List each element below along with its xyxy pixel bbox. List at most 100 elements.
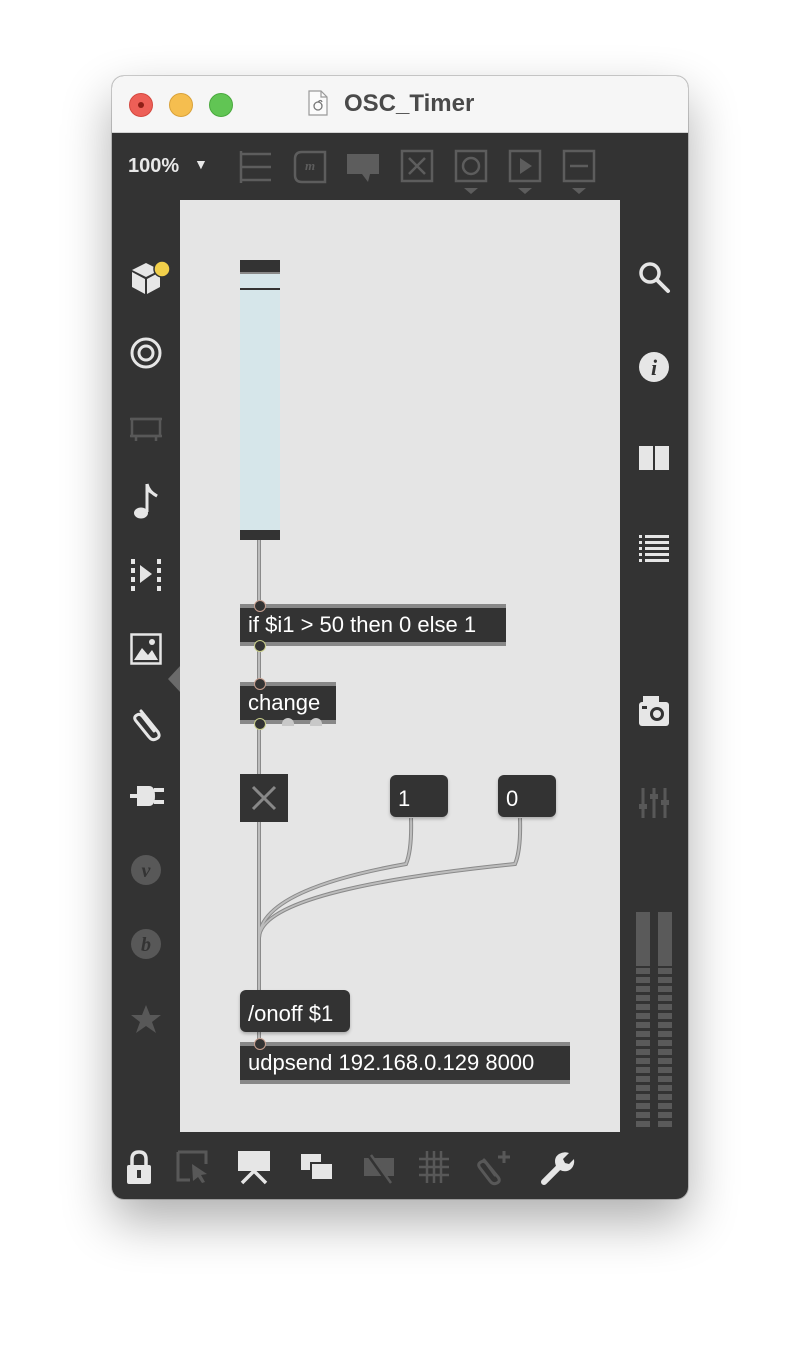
message-one[interactable]: 1 [390,775,448,817]
udpsend-object-bottom-bar [240,1080,570,1084]
play-icon[interactable] [508,149,542,195]
change-inlet[interactable] [254,678,266,690]
udpsend-inlet[interactable] [254,1038,266,1050]
level-meter [636,912,672,1127]
message-zero-label: 0 [506,786,519,811]
image-icon[interactable] [130,633,162,665]
object-icon[interactable] [238,149,274,185]
select-icon[interactable] [176,1150,210,1184]
zoom-level[interactable]: 100% [128,155,179,178]
meter-segment [658,1085,672,1091]
meter-segment [636,977,650,983]
list-icon[interactable] [638,534,670,566]
document-icon [308,90,328,116]
windows-icon[interactable] [300,1152,334,1182]
snapshot-icon[interactable] [637,694,671,728]
window-title: OSC_Timer [344,90,475,117]
meter-segment [636,1076,650,1082]
udpsend-object-top-bar [240,1042,570,1046]
slider-top-bar [240,260,280,272]
star-icon[interactable] [130,1003,162,1035]
zoom-dropdown-icon[interactable]: ▼ [194,156,208,172]
change-outlet[interactable] [254,718,266,730]
toggle[interactable] [240,774,288,822]
message-zero[interactable]: 0 [498,775,556,817]
meter-segment [658,1013,672,1019]
slider[interactable] [240,260,280,540]
if-object[interactable]: if $i1 > 50 then 0 else 1 [240,604,506,646]
meter-segment [636,1058,650,1064]
wrench-icon[interactable] [540,1150,576,1186]
meter-segment [658,1076,672,1082]
udpsend-object-label: udpsend 192.168.0.129 8000 [248,1050,535,1075]
b-icon[interactable]: b [130,928,162,960]
meter-segment [636,1094,650,1100]
change-object-label: change [248,690,321,715]
close-button[interactable] [129,93,153,117]
search-icon[interactable] [638,261,670,293]
packages-icon[interactable] [130,260,174,296]
slider-knob[interactable] [240,288,280,290]
title-bar: OSC_Timer [112,76,688,133]
change-outlet-3[interactable] [310,718,322,726]
meter-segment [658,1067,672,1073]
meter-segment [636,1103,650,1109]
patch-canvas[interactable]: if $i1 > 50 then 0 else 1 change 1 0 /on… [180,200,620,1132]
video-icon[interactable] [129,557,163,591]
meter-segment [636,1004,650,1010]
meter-segment [636,1022,650,1028]
presentation-icon[interactable] [236,1150,272,1185]
v-icon[interactable]: v [130,854,162,886]
meter-segment [636,1112,650,1118]
target-icon[interactable] [130,337,162,369]
paperclip-icon[interactable] [130,706,164,742]
lock-icon[interactable] [124,1150,154,1186]
meter-segment [636,986,650,992]
zoom-button[interactable] [209,93,233,117]
plug-icon[interactable] [129,780,165,812]
change-outlet-2[interactable] [282,718,294,726]
meter-segment [636,1067,650,1073]
slider-bottom-bar [240,530,280,540]
svg-text:m: m [305,158,315,173]
slider-icon[interactable] [562,149,596,195]
music-note-icon[interactable] [132,482,160,520]
meter-segment [658,1022,672,1028]
meter-segment [636,1040,650,1046]
meter-segment [658,1094,672,1100]
meter-segment [658,1040,672,1046]
info-icon[interactable]: i [638,351,670,383]
meter-segment [636,1049,650,1055]
if-outlet[interactable] [254,640,266,652]
onoff-message-label: /onoff $1 [248,1001,334,1026]
svg-text:b: b [141,934,151,956]
button-icon[interactable] [454,149,488,195]
meter-segment [636,968,650,974]
change-object[interactable]: change [240,682,336,726]
comment-icon[interactable] [346,152,380,184]
meter-segment [658,1112,672,1118]
onoff-message[interactable]: /onoff $1 [240,990,350,1032]
hide-icon[interactable] [362,1152,396,1184]
toggle-x-icon [251,785,277,811]
book-icon[interactable] [638,444,670,472]
meter-segment [658,1049,672,1055]
if-inlet[interactable] [254,600,266,612]
meter-segment [658,995,672,1001]
meter-segment [658,1103,672,1109]
meter-segment [658,977,672,983]
meter-segment [636,995,650,1001]
udpsend-object[interactable]: udpsend 192.168.0.129 8000 [240,1042,570,1084]
message-one-label: 1 [398,786,411,811]
svg-text:i: i [651,355,658,380]
message-icon[interactable]: m [292,149,328,185]
toggle-icon[interactable] [400,149,434,183]
mixer-icon[interactable] [638,786,670,820]
meter-segment [636,1121,650,1127]
grid-icon[interactable] [418,1150,450,1184]
minimize-button[interactable] [169,93,193,117]
meter-segment [636,1013,650,1019]
device-icon[interactable] [129,414,163,442]
svg-text:v: v [142,860,152,882]
attach-icon[interactable] [476,1148,514,1186]
